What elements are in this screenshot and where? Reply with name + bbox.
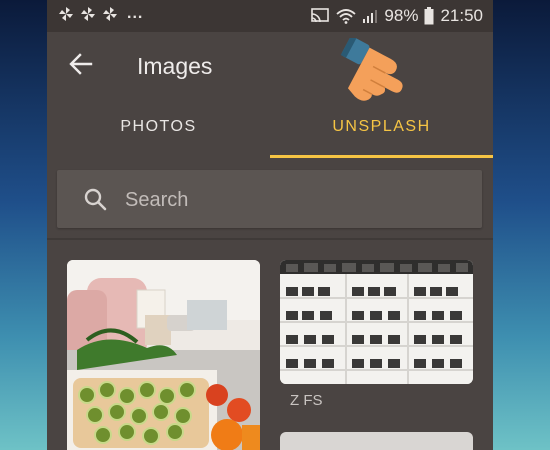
camera-shelf-photo — [280, 260, 473, 384]
pinwheel-icon — [57, 5, 75, 23]
search-box[interactable] — [57, 170, 482, 230]
search-section — [47, 158, 493, 240]
search-input[interactable] — [123, 170, 467, 230]
image-caption: Z FS — [290, 392, 323, 409]
tab-unsplash[interactable]: UNSPLASH — [270, 96, 493, 158]
notification-icons: ... — [57, 5, 143, 23]
image-result[interactable] — [67, 260, 260, 450]
pinwheel-icon — [101, 5, 119, 23]
image-result[interactable] — [280, 432, 473, 450]
system-status: 98% 21:50 — [310, 6, 483, 26]
phone-screen: ... 98% 21:50 Images PHOTOS UNSPLASH Sea… — [47, 0, 493, 450]
wifi-icon — [336, 8, 357, 24]
image-result[interactable] — [280, 260, 473, 384]
page-title: Images — [137, 53, 213, 79]
clock: 21:50 — [440, 6, 483, 25]
more-notifications: ... — [127, 5, 144, 22]
back-button[interactable] — [67, 50, 95, 78]
search-icon — [84, 188, 107, 211]
tab-bar: PHOTOS UNSPLASH — [47, 96, 493, 158]
cast-icon — [310, 8, 330, 24]
signal-icon — [362, 8, 378, 24]
battery-percentage: 98% — [384, 6, 419, 25]
status-bar: ... 98% 21:50 — [47, 0, 493, 32]
app-bar: Images — [47, 32, 493, 96]
image-grid: Z FS — [47, 240, 493, 450]
pinwheel-icon — [79, 5, 97, 23]
battery-icon — [424, 7, 434, 25]
kitchen-photo — [67, 260, 260, 450]
tab-photos[interactable]: PHOTOS — [47, 96, 270, 158]
arrow-left-icon — [69, 53, 93, 75]
